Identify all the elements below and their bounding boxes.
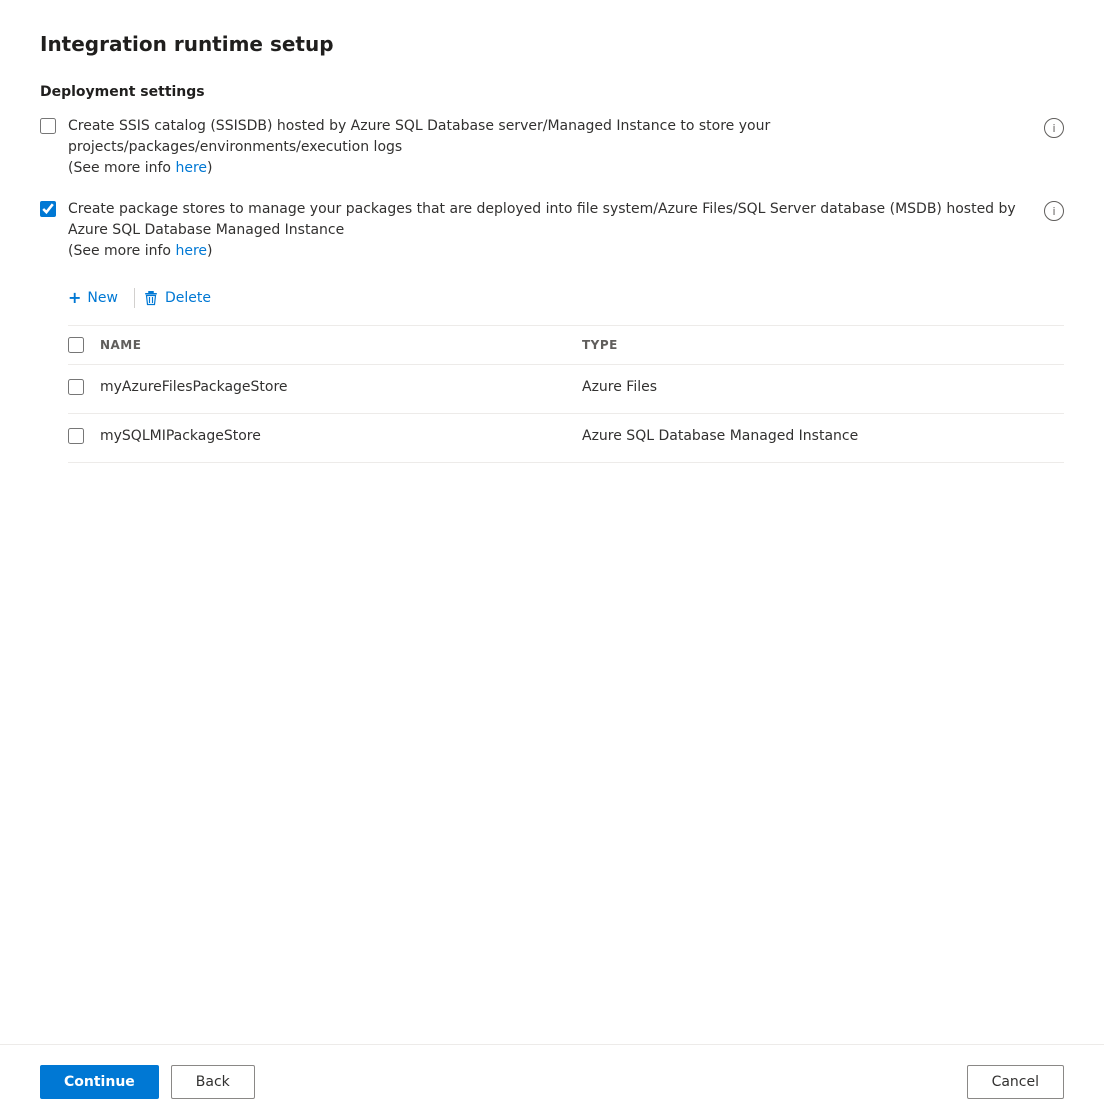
- delete-button[interactable]: Delete: [143, 284, 219, 312]
- row1-checkbox[interactable]: [68, 379, 84, 395]
- ssisdb-checkbox-text: Create SSIS catalog (SSISDB) hosted by A…: [68, 116, 1028, 179]
- footer: Continue Back Cancel: [0, 1044, 1104, 1119]
- package-stores-here-link[interactable]: here: [175, 243, 207, 259]
- row2-checkbox-cell[interactable]: [68, 414, 100, 462]
- new-button[interactable]: + New: [68, 282, 126, 313]
- toolbar-separator: [134, 288, 135, 308]
- col-header-type: TYPE: [582, 334, 1064, 356]
- select-all-checkbox[interactable]: [68, 337, 84, 353]
- ssisdb-checkbox-wrapper[interactable]: [40, 118, 56, 138]
- delete-button-label: Delete: [165, 290, 211, 306]
- package-stores-table: NAME TYPE myAzureFilesPackageStore Azure…: [68, 325, 1064, 463]
- new-button-label: New: [87, 290, 118, 306]
- table-row: mySQLMIPackageStore Azure SQL Database M…: [68, 414, 1064, 463]
- table-row: myAzureFilesPackageStore Azure Files: [68, 365, 1064, 414]
- page-title: Integration runtime setup: [40, 32, 1064, 56]
- ssisdb-info-icon[interactable]: i: [1044, 118, 1064, 138]
- header-checkbox-cell[interactable]: [68, 334, 100, 356]
- ssisdb-here-link[interactable]: here: [175, 160, 207, 176]
- package-stores-checkbox[interactable]: [40, 201, 56, 217]
- row1-type: Azure Files: [582, 365, 1064, 413]
- ssisdb-checkbox-row: Create SSIS catalog (SSISDB) hosted by A…: [40, 116, 1064, 179]
- cancel-button[interactable]: Cancel: [967, 1065, 1064, 1099]
- package-stores-checkbox-row: Create package stores to manage your pac…: [40, 199, 1064, 262]
- plus-icon: +: [68, 288, 81, 307]
- package-stores-info-icon[interactable]: i: [1044, 201, 1064, 221]
- continue-button[interactable]: Continue: [40, 1065, 159, 1099]
- row2-type: Azure SQL Database Managed Instance: [582, 414, 1064, 462]
- section-title: Deployment settings: [40, 84, 1064, 100]
- row1-name: myAzureFilesPackageStore: [100, 365, 582, 413]
- col-header-name: NAME: [100, 334, 582, 356]
- row2-name: mySQLMIPackageStore: [100, 414, 582, 462]
- back-button[interactable]: Back: [171, 1065, 255, 1099]
- delete-icon: [143, 290, 159, 306]
- table-header: NAME TYPE: [68, 326, 1064, 365]
- package-stores-toolbar: + New Delete: [68, 282, 1064, 313]
- package-stores-checkbox-wrapper[interactable]: [40, 201, 56, 221]
- deployment-settings-section: Deployment settings Create SSIS catalog …: [40, 84, 1064, 463]
- package-stores-checkbox-text: Create package stores to manage your pac…: [68, 199, 1028, 262]
- row2-checkbox[interactable]: [68, 428, 84, 444]
- ssisdb-checkbox[interactable]: [40, 118, 56, 134]
- row1-checkbox-cell[interactable]: [68, 365, 100, 413]
- footer-left-buttons: Continue Back: [40, 1065, 255, 1099]
